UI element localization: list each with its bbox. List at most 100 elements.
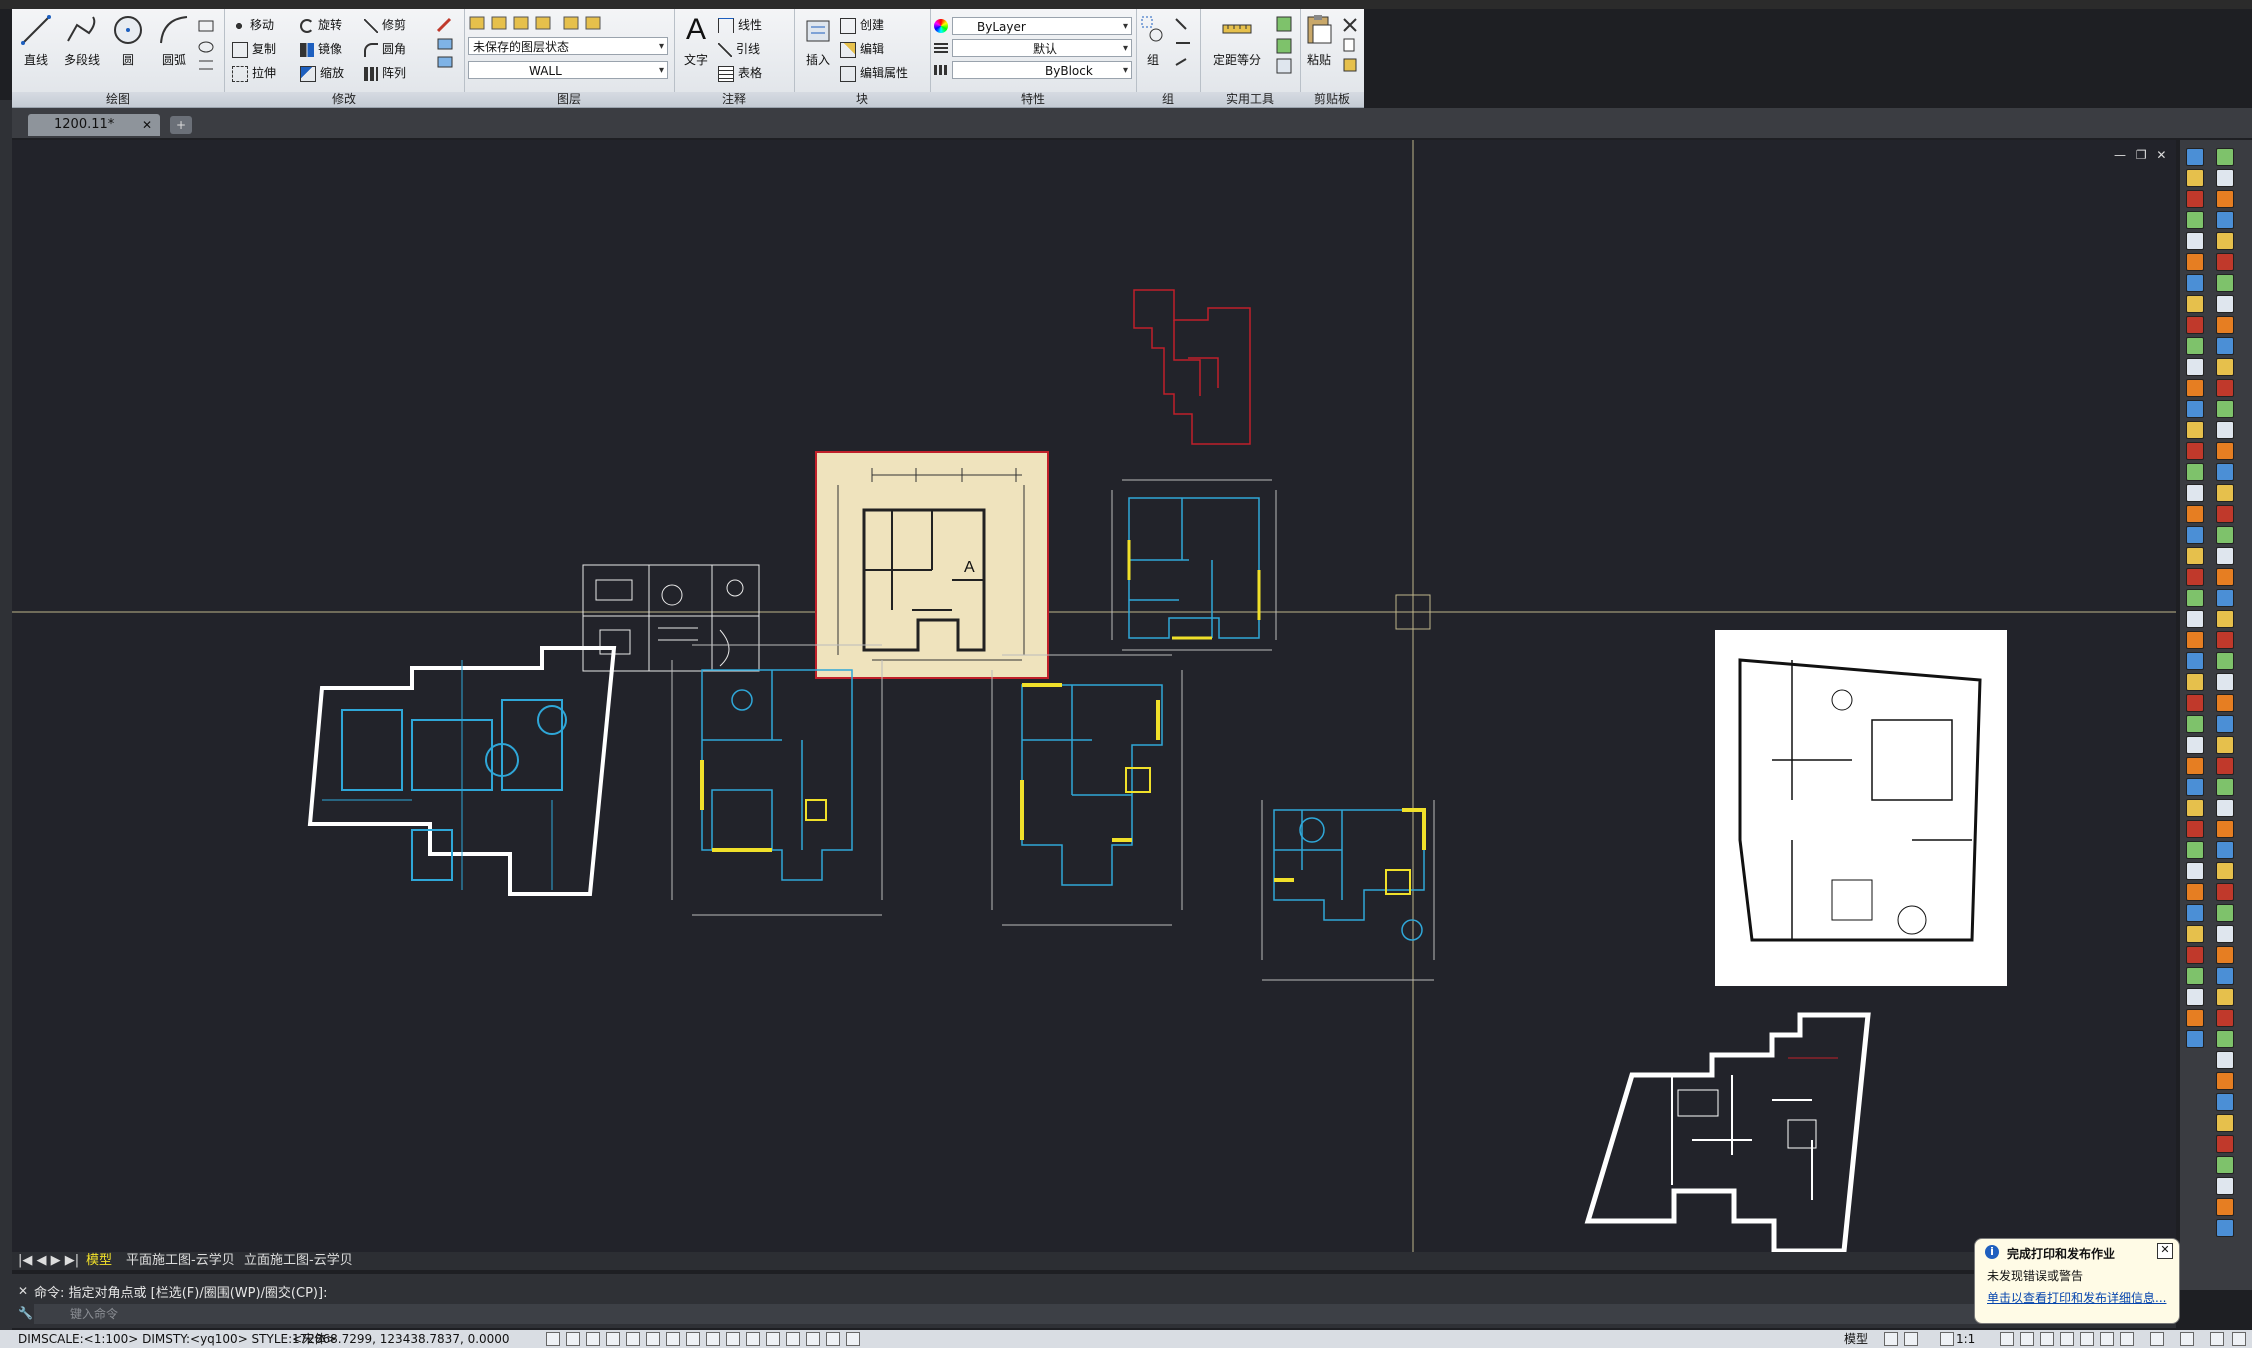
- scale-button[interactable]: 缩放: [300, 63, 344, 83]
- status-toggle-icon[interactable]: [2060, 1332, 2074, 1346]
- toolbar-tool-icon[interactable]: [2216, 253, 2234, 271]
- utilities-panel-title[interactable]: 实用工具: [1200, 92, 1300, 107]
- status-toggle-icon[interactable]: [2040, 1332, 2054, 1346]
- toolbar-tool-icon[interactable]: [2216, 1156, 2234, 1174]
- toolbar-tool-icon[interactable]: [2216, 379, 2234, 397]
- toolbar-tool-icon[interactable]: [2216, 526, 2234, 544]
- toolbar-tool-icon[interactable]: [2216, 211, 2234, 229]
- toolbar-tool-icon[interactable]: [2216, 778, 2234, 796]
- toolbar-tool-icon[interactable]: [2186, 610, 2204, 628]
- status-toggle-icon[interactable]: [2210, 1332, 2224, 1346]
- annotation-panel-title[interactable]: 注释: [674, 92, 794, 107]
- block-panel-title[interactable]: 块: [794, 92, 930, 107]
- toolbar-tool-icon[interactable]: [2216, 400, 2234, 418]
- status-toggle-icon[interactable]: [2000, 1332, 2014, 1346]
- toolbar-tool-icon[interactable]: [2216, 148, 2234, 166]
- toolbar-tool-icon[interactable]: [2216, 295, 2234, 313]
- drawing-canvas[interactable]: A: [12, 140, 2176, 1252]
- toolbar-tool-icon[interactable]: [2186, 673, 2204, 691]
- status-toggle-icon[interactable]: [1904, 1332, 1918, 1346]
- polyline-button[interactable]: 多段线: [62, 13, 102, 75]
- color-dropdown[interactable]: ByLayer: [952, 17, 1132, 35]
- modify-panel-title[interactable]: 修改: [224, 92, 464, 107]
- close-icon[interactable]: ✕: [18, 1284, 28, 1298]
- status-toggle-icon[interactable]: [606, 1332, 620, 1346]
- new-tab-button[interactable]: +: [170, 116, 192, 134]
- close-icon[interactable]: ✕: [142, 114, 152, 136]
- toolbar-tool-icon[interactable]: [2186, 1009, 2204, 1027]
- toolbar-tool-icon[interactable]: [2186, 631, 2204, 649]
- leader-button[interactable]: 引线: [718, 39, 760, 59]
- toolbar-tool-icon[interactable]: [2186, 316, 2204, 334]
- toolbar-tool-icon[interactable]: [2216, 673, 2234, 691]
- status-toggle-icon[interactable]: [786, 1332, 800, 1346]
- mirror-button[interactable]: 镜像: [300, 39, 342, 59]
- status-toggle-icon[interactable]: [2232, 1332, 2246, 1346]
- toolbar-tool-icon[interactable]: [2186, 274, 2204, 292]
- tab-elevation-construction[interactable]: 立面施工图-云学贝: [238, 1252, 359, 1270]
- toolbar-tool-icon[interactable]: [2216, 190, 2234, 208]
- toolbar-tool-icon[interactable]: [2216, 337, 2234, 355]
- status-toggle-icon[interactable]: [766, 1332, 780, 1346]
- toolbar-tool-icon[interactable]: [2216, 988, 2234, 1006]
- toolbar-tool-icon[interactable]: [2186, 1030, 2204, 1048]
- toolbar-tool-icon[interactable]: [2216, 946, 2234, 964]
- tab-plan-construction[interactable]: 平面施工图-云学贝: [120, 1252, 241, 1270]
- toolbar-tool-icon[interactable]: [2216, 1051, 2234, 1069]
- toolbar-tool-icon[interactable]: [2186, 547, 2204, 565]
- status-toggle-icon[interactable]: [2150, 1332, 2164, 1346]
- toolbar-tool-icon[interactable]: [2186, 484, 2204, 502]
- toolbar-tool-icon[interactable]: [2186, 988, 2204, 1006]
- toolbar-tool-icon[interactable]: [2216, 715, 2234, 733]
- toolbar-tool-icon[interactable]: [2216, 1114, 2234, 1132]
- status-toggle-icon[interactable]: [726, 1332, 740, 1346]
- toolbar-tool-icon[interactable]: [2216, 547, 2234, 565]
- toolbar-tool-icon[interactable]: [2186, 421, 2204, 439]
- toolbar-tool-icon[interactable]: [2186, 652, 2204, 670]
- toolbar-tool-icon[interactable]: [2186, 715, 2204, 733]
- tab-model[interactable]: 模型: [80, 1252, 118, 1270]
- copy-button[interactable]: 复制: [232, 39, 276, 59]
- toolbar-tool-icon[interactable]: [2186, 148, 2204, 166]
- toolbar-tool-icon[interactable]: [2216, 631, 2234, 649]
- toolbar-tool-icon[interactable]: [2216, 421, 2234, 439]
- insert-block-button[interactable]: 插入: [798, 13, 838, 75]
- group-tools[interactable]: [1172, 15, 1196, 75]
- toolbar-tool-icon[interactable]: [2186, 904, 2204, 922]
- status-toggle-icon[interactable]: [846, 1332, 860, 1346]
- stretch-button[interactable]: 拉伸: [232, 63, 276, 83]
- close-icon[interactable]: ✕: [2157, 1243, 2173, 1259]
- layer-tool-icons[interactable]: [468, 15, 668, 33]
- draw-extra-tools[interactable]: [196, 15, 220, 77]
- close-icon[interactable]: ✕: [2156, 148, 2166, 162]
- status-toggle-icon[interactable]: [626, 1332, 640, 1346]
- toolbar-tool-icon[interactable]: [2216, 799, 2234, 817]
- toolbar-tool-icon[interactable]: [2216, 1135, 2234, 1153]
- plot-details-link[interactable]: 单击以查看打印和发布详细信息...: [1987, 1289, 2166, 1306]
- toolbar-tool-icon[interactable]: [2186, 589, 2204, 607]
- status-toggle-icon[interactable]: [566, 1332, 580, 1346]
- command-input[interactable]: 键入命令: [34, 1304, 2174, 1324]
- status-toggle-icon[interactable]: [826, 1332, 840, 1346]
- wrench-icon[interactable]: 🔧: [18, 1306, 33, 1320]
- status-toggle-icon[interactable]: [646, 1332, 660, 1346]
- toolbar-tool-icon[interactable]: [2186, 694, 2204, 712]
- fillet-button[interactable]: 圆角: [364, 39, 406, 59]
- toolbar-tool-icon[interactable]: [2186, 841, 2204, 859]
- current-layer-dropdown[interactable]: WALL: [468, 61, 668, 79]
- trim-button[interactable]: 修剪: [364, 15, 406, 35]
- status-toggle-icon[interactable]: [706, 1332, 720, 1346]
- status-toggle-icon[interactable]: [746, 1332, 760, 1346]
- toolbar-tool-icon[interactable]: [2216, 652, 2234, 670]
- toolbar-tool-icon[interactable]: [2216, 484, 2234, 502]
- group-button[interactable]: 组: [1138, 13, 1168, 75]
- measure-button[interactable]: 定距等分: [1206, 13, 1268, 75]
- toolbar-tool-icon[interactable]: [2216, 169, 2234, 187]
- edit-block-button[interactable]: 编辑: [840, 39, 884, 59]
- paste-button[interactable]: 粘贴: [1302, 13, 1336, 75]
- toolbar-tool-icon[interactable]: [2216, 274, 2234, 292]
- arc-button[interactable]: 圆弧: [154, 13, 194, 75]
- toolbar-tool-icon[interactable]: [2216, 442, 2234, 460]
- restore-icon[interactable]: ❐: [2136, 148, 2147, 162]
- toolbar-tool-icon[interactable]: [2216, 904, 2234, 922]
